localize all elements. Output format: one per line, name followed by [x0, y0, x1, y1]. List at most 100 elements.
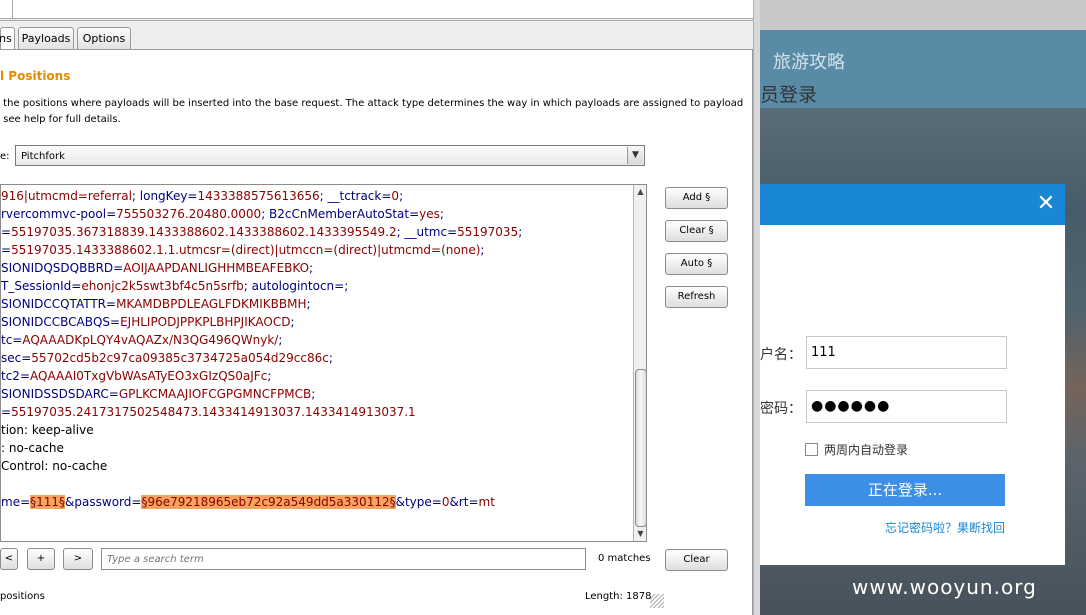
request-line: =55197035.2417317502548473.1433414913037… [1, 403, 631, 421]
request-token: EJHLIPODJPPKPLBHPJIKAOCD [120, 315, 291, 329]
payload-marker: §111§ [30, 495, 66, 509]
resize-grip-icon[interactable] [650, 594, 664, 608]
request-token: tion: keep-alive [1, 423, 94, 437]
previous-match-button[interactable]: < [0, 548, 18, 570]
request-token: ; [267, 369, 272, 383]
request-token: 55197035.1433388602.1.1.utmcsr=(direct)|… [11, 243, 481, 257]
request-token: = [1, 405, 12, 419]
request-token: AQAAADKpLQY4vAQAZx/N3QG496QWnyk/ [22, 333, 279, 347]
request-line: rvercommvc-pool=755503276.20480.0000; B2… [1, 205, 631, 223]
request-token: ; [480, 243, 485, 257]
positions-count: positions [0, 591, 45, 602]
username-field[interactable]: 111 [806, 336, 1007, 369]
request-token: mt [478, 495, 495, 509]
scroll-down-icon[interactable]: ▼ [634, 527, 646, 541]
request-token: MKAMDBPDLEAGLFDKMIKBBMH [116, 297, 307, 311]
request-token: Control: no-cache [1, 459, 108, 473]
request-text[interactable]: 916|utmcmd=referral; longKey=14333885756… [1, 187, 631, 511]
request-token: ; __utmc= [396, 225, 458, 239]
request-token: ; [309, 261, 314, 275]
scroll-up-icon[interactable]: ▲ [634, 185, 646, 199]
request-token: 55702cd5b2c97ca09385c3734725a054d29cc86c [31, 351, 329, 365]
request-token: 0 [391, 189, 400, 203]
request-token: tc2= [1, 369, 30, 383]
username-label: 户名： [760, 347, 802, 363]
description-line: the positions where payloads will be ins… [0, 98, 744, 109]
attack-type-value: Pitchfork [21, 151, 65, 162]
clear-search-button[interactable]: Clear [665, 549, 728, 571]
tab-options[interactable]: Options [77, 27, 131, 49]
top-tab-strip [0, 0, 755, 19]
request-token: yes [419, 207, 440, 221]
request-token: ; __tctrack= [319, 189, 392, 203]
attack-type-select[interactable]: Pitchfork ▼ [15, 145, 645, 166]
request-line: SIONIDCCBCABQS=EJHLIPODJPPKPLBHPJIKAOCD; [1, 313, 631, 331]
scroll-thumb[interactable] [635, 369, 646, 527]
request-line: tc=AQAAADKpLQY4vAQAZx/N3QG496QWnyk/; [1, 331, 631, 349]
request-line: me=§111§&password=§96e79218965eb72c92a54… [1, 493, 631, 511]
request-line: tion: keep-alive [1, 421, 631, 439]
modal-header: ✕ [760, 184, 1065, 225]
password-field[interactable]: ●●●●●● [806, 390, 1007, 423]
attack-type-label: e: [0, 151, 10, 162]
section-heading: l Positions [0, 69, 71, 83]
request-token: 916|utmcmd=referral [1, 189, 132, 203]
match-count: 0 matches [598, 553, 651, 564]
tab-payloads[interactable]: Payloads [18, 27, 74, 49]
request-token: rvercommvc-pool= [1, 207, 117, 221]
request-line: tc2=AQAAAI0TxgVbWAsATyEO3xGIzQS0aJFc; [1, 367, 631, 385]
request-token: &password= [65, 495, 142, 509]
request-line: SIONIDCCQTATTR=MKAMDBPDLEAGLFDKMIKBBMH; [1, 295, 631, 313]
request-token: ; longKey= [131, 189, 198, 203]
request-line: 916|utmcmd=referral; longKey=14333885756… [1, 187, 631, 205]
login-button[interactable]: 正在登录... [805, 474, 1005, 506]
request-line: SIONIDQSDQBBRD=AOIJAAPDANLIGHHMBEAFEBKO; [1, 259, 631, 277]
request-token: AOIJAAPDANLIGHHMBEAFEBKO [123, 261, 310, 275]
nav-link-travel-guide[interactable]: 旅游攻略 [773, 48, 845, 74]
clear-markers-button[interactable]: Clear § [665, 220, 728, 242]
request-token: 55197035 [457, 225, 519, 239]
request-token: ; [328, 351, 333, 365]
request-token: SIONIDCCQTATTR= [1, 297, 117, 311]
add-marker-button[interactable]: Add § [665, 187, 728, 209]
close-icon[interactable]: ✕ [1036, 190, 1056, 218]
dropdown-arrow-icon[interactable]: ▼ [627, 147, 643, 164]
request-token: ; [439, 207, 444, 221]
tab-positions[interactable]: ns [0, 27, 15, 50]
request-token: : no-cache [1, 441, 64, 455]
request-token: &type= [395, 495, 442, 509]
request-line: sec=55702cd5b2c97ca09385c3734725a054d29c… [1, 349, 631, 367]
forgot-password-link[interactable]: 忘记密码啦？果断找回 [885, 519, 1005, 536]
request-token: = [1, 243, 12, 257]
next-match-button[interactable]: > [63, 548, 93, 570]
request-token: ; [306, 297, 311, 311]
burp-intruder-window: ns Payloads Options l Positions the posi… [0, 0, 760, 615]
search-input[interactable] [101, 548, 586, 570]
search-options-button[interactable]: + [27, 548, 55, 570]
remember-checkbox[interactable] [805, 443, 818, 456]
top-tab[interactable] [0, 0, 13, 18]
request-line: Control: no-cache [1, 457, 631, 475]
request-token: ; B2cCnMemberAutoStat= [261, 207, 420, 221]
description-line: see help for full details. [0, 114, 121, 125]
password-label: 密码： [760, 401, 802, 417]
login-modal: ✕ [760, 184, 1065, 565]
request-line: =55197035.1433388602.1.1.utmcsr=(direct)… [1, 241, 631, 259]
refresh-button[interactable]: Refresh [665, 286, 728, 308]
remember-me[interactable]: 两周内自动登录 [805, 441, 908, 458]
request-token: ; [399, 189, 404, 203]
request-line: T_SessionId=ehonjc2k5swt3bf4c5n5srfb; au… [1, 277, 631, 295]
request-editor[interactable]: 916|utmcmd=referral; longKey=14333885756… [0, 184, 647, 542]
request-token: &rt= [449, 495, 479, 509]
request-token: GPLKCMAAJIOFCGPGMNCFPMCB [118, 387, 312, 401]
auto-markers-button[interactable]: Auto § [665, 253, 728, 275]
request-line: SIONIDSSDSDARC=GPLKCMAAJIOFCGPGMNCFPMCB; [1, 385, 631, 403]
editor-scrollbar[interactable]: ▲ ▼ [633, 185, 646, 541]
request-token: me= [1, 495, 31, 509]
request-line: : no-cache [1, 439, 631, 457]
request-token: 1433388575613656 [197, 189, 320, 203]
request-token: tc= [1, 333, 23, 347]
request-token: AQAAAI0TxgVbWAsATyEO3xGIzQS0aJFc [30, 369, 268, 383]
request-token: ; [278, 333, 283, 347]
request-token: SIONIDSSDSDARC= [1, 387, 119, 401]
